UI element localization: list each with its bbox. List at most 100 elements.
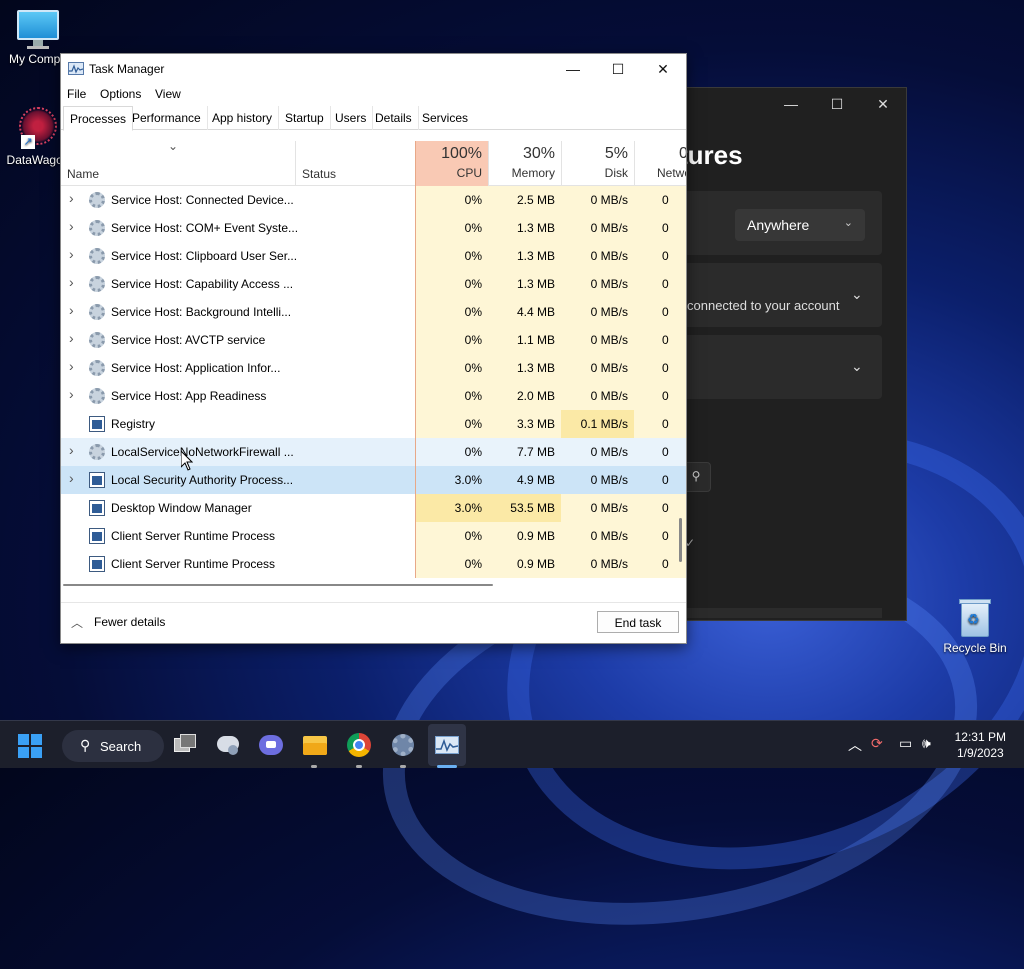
dropdown-value: Anywhere (747, 217, 810, 233)
cpu-total: 100% (441, 145, 482, 162)
vertical-scrollbar-thumb[interactable] (679, 518, 682, 562)
scrollbar-thumb[interactable] (63, 584, 493, 586)
settings-card-text: connected to your account (687, 298, 840, 313)
column-header-memory[interactable]: 30% Memory (488, 141, 561, 186)
taskbar-search[interactable]: ⚲ Search (62, 730, 164, 762)
menu-file[interactable]: File (67, 87, 86, 101)
cpu-value: 0% (415, 186, 488, 214)
tab-users[interactable]: Users (329, 106, 374, 130)
chat-icon[interactable] (258, 732, 284, 758)
memory-value: 4.4 MB (488, 298, 561, 326)
table-row[interactable]: Desktop Window Manager 3.0% 53.5 MB 0 MB/s 0 (61, 494, 686, 522)
desktop-icon-recycle-bin[interactable]: ♻ Recycle Bin (937, 597, 1013, 655)
network-icon[interactable]: ▭ (899, 735, 912, 752)
tab-details[interactable]: Details (369, 106, 419, 130)
table-row[interactable]: › Service Host: Capability Access ... 0% 1.… (61, 270, 686, 298)
expand-chevron-icon[interactable]: › (69, 442, 74, 458)
table-row[interactable]: › Service Host: Connected Device... 0% 2.5 … (61, 186, 686, 214)
column-label-cpu: CPU (456, 166, 482, 180)
expand-chevron-icon[interactable]: › (69, 218, 74, 234)
tab-startup[interactable]: Startup (279, 106, 331, 130)
column-label-status: Status (302, 167, 337, 181)
tab-services[interactable]: Services (416, 106, 474, 130)
task-manager-window[interactable]: Task Manager — ☐ ✕ File Options View Pro… (60, 53, 687, 644)
disk-value: 0 MB/s (561, 298, 634, 326)
disk-value: 0 MB/s (561, 550, 634, 578)
table-row[interactable]: Client Server Runtime Process 0% 0.9 MB 0 M… (61, 550, 686, 578)
tab-processes[interactable]: Processes (63, 106, 134, 131)
cpu-value: 0% (415, 326, 488, 354)
minimize-button[interactable]: — (776, 96, 806, 116)
process-list: › Service Host: Connected Device... 0% 2.5 … (61, 186, 686, 578)
tab-performance[interactable]: Performance (126, 106, 208, 130)
expand-chevron-icon[interactable]: › (69, 190, 74, 206)
cpu-value: 0% (415, 214, 488, 242)
clock-time: 12:31 PM (954, 730, 1006, 744)
expand-chevron-icon[interactable]: › (69, 470, 74, 486)
table-row[interactable]: › Service Host: App Readiness 0% 2.0 MB 0 MB… (61, 382, 686, 410)
close-button[interactable]: ✕ (641, 57, 685, 83)
file-explorer-icon[interactable] (302, 732, 328, 758)
sync-icon[interactable]: ⟳ (871, 735, 883, 752)
expand-chevron-icon[interactable]: › (69, 358, 74, 374)
close-button[interactable]: ✕ (868, 96, 898, 116)
chevron-down-icon[interactable]: ⌄ (851, 286, 863, 303)
table-row[interactable]: Registry 0% 3.3 MB 0.1 MB/s 0 (61, 410, 686, 438)
title-bar[interactable]: Task Manager — ☐ ✕ (61, 54, 686, 84)
expand-chevron-icon[interactable]: › (69, 386, 74, 402)
table-row[interactable]: › Local Security Authority Process... 3.0%… (61, 466, 686, 494)
expand-chevron-icon[interactable]: › (69, 246, 74, 262)
task-manager-taskbar-icon[interactable] (434, 732, 460, 758)
memory-value: 1.1 MB (488, 326, 561, 354)
expand-chevron-icon[interactable]: › (69, 274, 74, 290)
volume-icon[interactable]: 🕪 (922, 735, 931, 752)
column-header-disk[interactable]: 5% Disk (561, 141, 634, 186)
mouse-cursor-icon (180, 449, 194, 474)
chevron-up-icon: ︿ (71, 616, 84, 630)
table-row[interactable]: › Service Host: Application Infor... 0% 1.3… (61, 354, 686, 382)
process-name: Service Host: Capability Access ... (111, 277, 294, 291)
menu-bar: File Options View (61, 84, 686, 106)
table-row[interactable]: › Service Host: COM+ Event Syste... 0% 1.3 … (61, 214, 686, 242)
install-location-dropdown[interactable]: Anywhere ⌄ (735, 209, 865, 241)
start-button[interactable] (18, 734, 42, 758)
minimize-button[interactable]: — (551, 57, 595, 83)
maximize-button[interactable]: ☐ (596, 57, 640, 83)
settings-gear-icon[interactable] (390, 732, 416, 758)
disk-value: 0 MB/s (561, 270, 634, 298)
end-task-button[interactable]: End task (597, 611, 679, 633)
clock-date: 1/9/2023 (956, 746, 1004, 760)
column-header-network[interactable]: 0 Netwo (634, 141, 686, 186)
table-row[interactable]: › LocalServiceNoNetworkFirewall ... 0% 7.7 … (61, 438, 686, 466)
system-clock[interactable]: 12:31 PM 1/9/2023 (955, 729, 1006, 761)
shortcut-arrow-icon: ↗ (21, 135, 35, 149)
horizontal-scrollbar[interactable] (61, 578, 686, 590)
table-row[interactable]: › Service Host: Clipboard User Ser... 0% 1.… (61, 242, 686, 270)
table-row[interactable]: › Service Host: Background Intelli... 0% 4.… (61, 298, 686, 326)
expand-chevron-icon[interactable]: › (69, 330, 74, 346)
tab-app-history[interactable]: App history (206, 106, 280, 130)
process-name: Service Host: AVCTP service (111, 333, 266, 347)
cpu-value: 0% (415, 438, 488, 466)
expand-chevron-icon[interactable]: › (69, 302, 74, 318)
memory-value: 1.3 MB (488, 354, 561, 382)
maximize-button[interactable]: ☐ (822, 96, 852, 116)
column-label-network: Netwo (657, 166, 686, 180)
process-name: Service Host: App Readiness (111, 389, 267, 403)
column-header-status[interactable]: Status (296, 141, 415, 186)
chevron-up-icon[interactable]: ︿ (848, 735, 862, 755)
service-gear-icon (89, 248, 105, 264)
task-view-icon[interactable] (172, 732, 198, 758)
disk-value: 0 MB/s (561, 438, 634, 466)
menu-options[interactable]: Options (100, 87, 141, 101)
column-header-cpu[interactable]: 100% CPU (415, 141, 488, 186)
chevron-down-icon[interactable]: ⌄ (851, 358, 863, 375)
table-row[interactable]: › Service Host: AVCTP service 0% 1.1 MB 0 MB… (61, 326, 686, 354)
menu-view[interactable]: View (155, 87, 181, 101)
widgets-icon[interactable] (215, 732, 241, 758)
column-header-name[interactable]: Name (61, 141, 295, 186)
cpu-value: 3.0% (415, 494, 488, 522)
process-window-icon (89, 472, 105, 488)
chrome-icon[interactable] (346, 732, 372, 758)
table-row[interactable]: Client Server Runtime Process 0% 0.9 MB 0 M… (61, 522, 686, 550)
